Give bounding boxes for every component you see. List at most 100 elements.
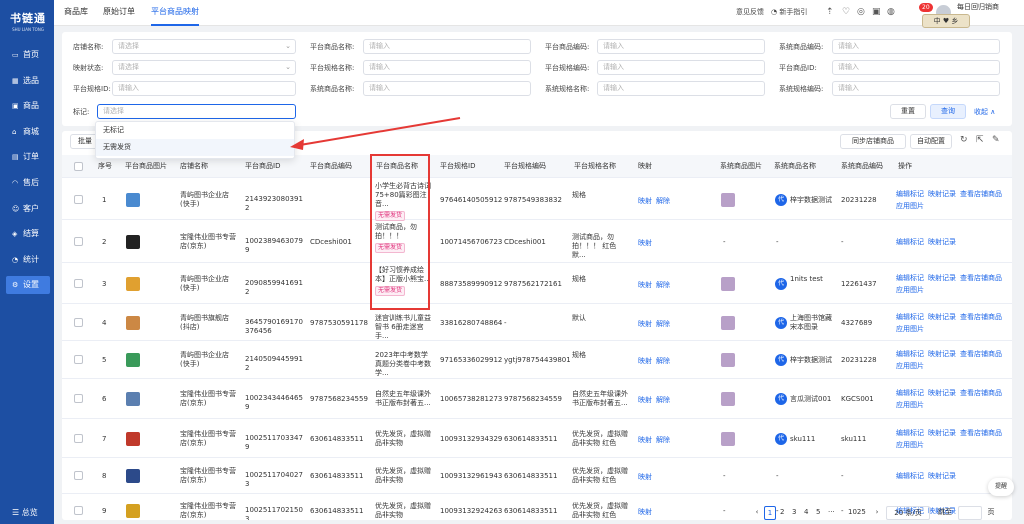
goto-input[interactable] xyxy=(958,506,982,520)
input-system-spec-name[interactable]: 请输入 xyxy=(597,81,765,96)
page-3[interactable]: 3 xyxy=(792,506,796,520)
map-link[interactable]: 映射 xyxy=(638,507,652,517)
sidebar-item-9[interactable]: ⚙ 设置 xyxy=(6,276,50,295)
support-icon[interactable]: ◎ xyxy=(857,7,865,17)
row-checkbox[interactable] xyxy=(74,506,83,515)
page-4[interactable]: 4 xyxy=(804,506,808,520)
search-button[interactable]: 查询 xyxy=(930,104,966,119)
refresh-icon[interactable]: ↻ xyxy=(960,135,968,145)
select-mark[interactable]: 请选择 xyxy=(97,104,296,119)
tab-raw-orders[interactable]: 原始订单 xyxy=(103,0,135,26)
input-system-product-code[interactable]: 请输入 xyxy=(832,39,1000,54)
sidebar-overview[interactable]: ☰ 总览 xyxy=(6,507,50,518)
input-platform-product-id[interactable]: 请输入 xyxy=(832,60,1000,75)
row-checkbox[interactable] xyxy=(74,195,83,204)
auto-config-button[interactable]: 自动配置 xyxy=(910,134,952,149)
tab-product-library[interactable]: 商品库 xyxy=(64,0,88,26)
map-link[interactable]: 映射 xyxy=(638,196,652,206)
page-1[interactable]: 1 xyxy=(764,506,776,520)
collapse-link[interactable]: 收起 ∧ xyxy=(974,107,995,117)
row-checkbox[interactable] xyxy=(74,471,83,480)
sidebar-item-1[interactable]: ▦ 选品 xyxy=(6,72,50,90)
input-platform-product-name[interactable]: 请输入 xyxy=(363,39,531,54)
option-no-mark[interactable]: 无标记 xyxy=(96,122,294,139)
edit-mark-link[interactable]: 编辑标记 xyxy=(896,190,924,198)
select-shop-name[interactable]: 请选择 ⌄ xyxy=(112,39,296,54)
sidebar-item-2[interactable]: ▣ 商品 xyxy=(6,97,50,115)
input-platform-spec-id[interactable]: 请输入 xyxy=(112,81,296,96)
select-mapping-status[interactable]: 请选择 ⌄ xyxy=(112,60,296,75)
unmap-link[interactable]: 解除 xyxy=(656,435,670,445)
export-icon[interactable]: ⇱ xyxy=(976,135,984,145)
edit-mark-link[interactable]: 编辑标记 xyxy=(896,429,924,437)
user-name[interactable]: 每日回归销商 xyxy=(957,3,999,12)
mapping-log-link[interactable]: 映射记录 xyxy=(928,313,956,321)
map-link[interactable]: 映射 xyxy=(638,280,652,290)
view-shop-product-link[interactable]: 查看店铺商品 xyxy=(960,313,1002,321)
mapping-log-link[interactable]: 映射记录 xyxy=(928,472,956,480)
input-platform-spec-code[interactable]: 请输入 xyxy=(597,60,765,75)
prev-page-icon[interactable]: ‹ xyxy=(752,506,762,520)
page-size-select[interactable]: 20 条/页 xyxy=(886,506,930,520)
select-all-checkbox[interactable] xyxy=(74,162,83,171)
input-platform-product-code[interactable]: 请输入 xyxy=(597,39,765,54)
mapping-log-link[interactable]: 映射记录 xyxy=(928,389,956,397)
map-link[interactable]: 映射 xyxy=(638,319,652,329)
edit-mark-link[interactable]: 编辑标记 xyxy=(896,313,924,321)
apply-image-link[interactable]: 应用图片 xyxy=(896,325,924,333)
apply-image-link[interactable]: 应用图片 xyxy=(896,202,924,210)
page-5[interactable]: 5 xyxy=(816,506,820,520)
page-1025[interactable]: 1025 xyxy=(848,506,866,520)
sidebar-item-6[interactable]: ☺ 客户 xyxy=(6,200,50,218)
bell-icon[interactable]: ◍ xyxy=(887,7,895,17)
view-shop-product-link[interactable]: 查看店铺商品 xyxy=(960,190,1002,198)
next-page-icon[interactable]: › xyxy=(872,506,882,520)
view-shop-product-link[interactable]: 查看店铺商品 xyxy=(960,389,1002,397)
view-shop-product-link[interactable]: 查看店铺商品 xyxy=(960,274,1002,282)
map-link[interactable]: 映射 xyxy=(638,356,652,366)
page-2[interactable]: 2 xyxy=(780,506,784,520)
sync-shop-products-button[interactable]: 同步店铺商品 xyxy=(840,134,906,149)
mapping-log-link[interactable]: 映射记录 xyxy=(928,238,956,246)
unmap-link[interactable]: 解除 xyxy=(656,395,670,405)
page-ellipsis[interactable]: ··· xyxy=(828,506,835,520)
input-system-spec-code[interactable]: 请输入 xyxy=(832,81,1000,96)
unmap-link[interactable]: 解除 xyxy=(656,319,670,329)
row-checkbox[interactable] xyxy=(74,237,83,246)
tab-platform-mapping[interactable]: 平台商品映射 xyxy=(151,0,199,26)
upload-icon[interactable]: ⇡ xyxy=(826,7,834,17)
row-checkbox[interactable] xyxy=(74,394,83,403)
sidebar-item-3[interactable]: ⌂ 商城 xyxy=(6,123,50,141)
edit-mark-link[interactable]: 编辑标记 xyxy=(896,472,924,480)
edit-columns-icon[interactable]: ✎ xyxy=(992,135,1000,145)
input-platform-spec-name[interactable]: 请输入 xyxy=(363,60,531,75)
input-system-product-name[interactable]: 请输入 xyxy=(363,81,531,96)
map-link[interactable]: 映射 xyxy=(638,472,652,482)
map-link[interactable]: 映射 xyxy=(638,435,652,445)
sidebar-item-0[interactable]: ▭ 首页 xyxy=(6,46,50,64)
mapping-log-link[interactable]: 映射记录 xyxy=(928,429,956,437)
edit-mark-link[interactable]: 编辑标记 xyxy=(896,350,924,358)
feedback-link[interactable]: 意见反馈 xyxy=(736,0,764,26)
apply-image-link[interactable]: 应用图片 xyxy=(896,362,924,370)
guide-link[interactable]: ◔ 新手指引 xyxy=(771,0,807,26)
row-checkbox[interactable] xyxy=(74,355,83,364)
row-checkbox[interactable] xyxy=(74,434,83,443)
mapping-log-link[interactable]: 映射记录 xyxy=(928,274,956,282)
view-shop-product-link[interactable]: 查看店铺商品 xyxy=(960,350,1002,358)
heart-icon[interactable]: ♡ xyxy=(842,7,850,17)
unmap-link[interactable]: 解除 xyxy=(656,196,670,206)
sidebar-item-5[interactable]: ◠ 售后 xyxy=(6,174,50,192)
row-checkbox[interactable] xyxy=(74,279,83,288)
view-shop-product-link[interactable]: 查看店铺商品 xyxy=(960,429,1002,437)
map-link[interactable]: 映射 xyxy=(638,238,652,248)
row-checkbox[interactable] xyxy=(74,318,83,327)
map-link[interactable]: 映射 xyxy=(638,395,652,405)
sidebar-item-8[interactable]: ◔ 统计 xyxy=(6,251,50,269)
apply-image-link[interactable]: 应用图片 xyxy=(896,441,924,449)
float-reminder-button[interactable]: 提醒 xyxy=(988,478,1014,496)
sidebar-item-4[interactable]: ▤ 订单 xyxy=(6,148,50,166)
apply-image-link[interactable]: 应用图片 xyxy=(896,401,924,409)
apply-image-link[interactable]: 应用图片 xyxy=(896,286,924,294)
sidebar-item-7[interactable]: ◈ 结算 xyxy=(6,225,50,243)
